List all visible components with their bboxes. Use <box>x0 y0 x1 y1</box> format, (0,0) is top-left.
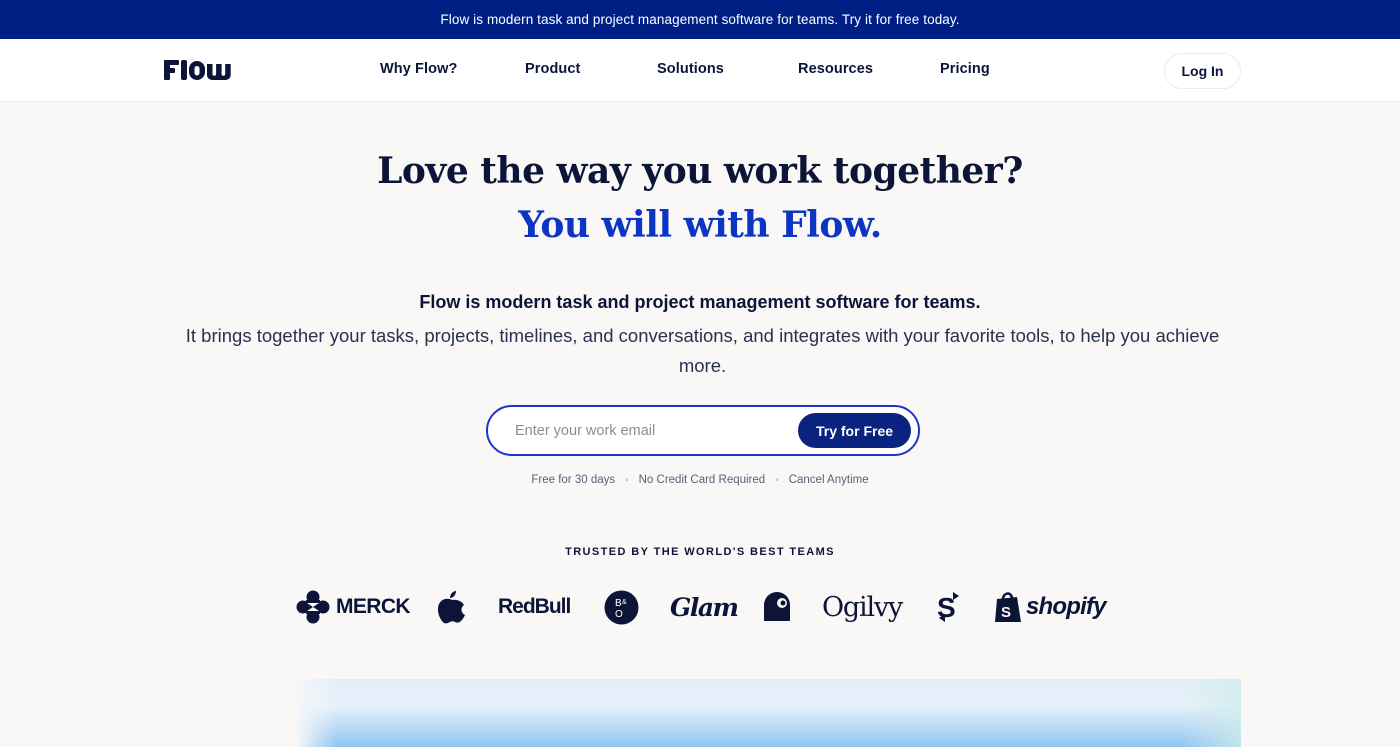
perk-no-credit-card: No Credit Card Required <box>638 474 766 486</box>
cash-app-logo: S <box>935 585 963 629</box>
promo-banner[interactable]: Flow is modern task and project manageme… <box>0 0 1400 39</box>
perk-separator: • <box>775 474 779 486</box>
svg-text:B: B <box>615 598 622 609</box>
product-preview-fade-right <box>1180 679 1241 747</box>
bang-olufsen-logo: B & O <box>604 585 639 629</box>
apple-logo <box>437 585 467 629</box>
nav-pricing[interactable]: Pricing <box>940 61 990 77</box>
hero-description-lead: Flow is modern task and project manageme… <box>419 292 981 312</box>
perk-separator: • <box>625 474 629 486</box>
redbull-wordmark: RedBull <box>498 595 571 618</box>
svg-text:O: O <box>615 609 623 620</box>
signup-perks: Free for 30 days • No Credit Card Requir… <box>0 474 1400 486</box>
signup-form: Try for Free <box>486 405 920 456</box>
hero-subtitle: You will with Flow. <box>518 204 882 246</box>
try-for-free-button[interactable]: Try for Free <box>798 413 911 448</box>
top-navigation: Why Flow? Product Solutions Resources Pr… <box>0 39 1400 102</box>
apple-logo-icon <box>437 591 465 624</box>
shopify-logo: S shopify <box>993 585 1107 629</box>
hero-title: Love the way you work together? <box>377 150 1023 192</box>
work-email-input[interactable] <box>515 419 785 443</box>
product-preview-fade-left <box>297 679 337 747</box>
customer-logos: MERCK RedBull B & O Glam Ogilvy S S shop… <box>0 585 1400 629</box>
redbull-logo: RedBull <box>498 585 571 629</box>
ogilvy-wordmark: Ogilvy <box>822 591 903 623</box>
merck-logo-icon <box>296 590 330 624</box>
glam-wordmark: Glam <box>670 592 739 622</box>
merck-logo: MERCK <box>296 585 411 629</box>
login-button[interactable]: Log In <box>1164 53 1241 89</box>
carhartt-logo <box>763 585 793 629</box>
cash-app-logo-icon: S <box>937 592 959 623</box>
merck-wordmark: MERCK <box>336 595 411 618</box>
nav-resources[interactable]: Resources <box>798 61 873 77</box>
perk-cancel-anytime: Cancel Anytime <box>788 474 869 486</box>
svg-text:S: S <box>1001 604 1011 621</box>
nav-product[interactable]: Product <box>525 61 580 77</box>
carhartt-logo-icon <box>764 592 790 621</box>
promo-banner-text: Flow is modern task and project manageme… <box>440 12 960 27</box>
nav-solutions[interactable]: Solutions <box>657 61 724 77</box>
glam-logo: Glam <box>670 585 739 629</box>
nav-why-flow[interactable]: Why Flow? <box>380 61 457 77</box>
shopify-bag-icon: S <box>995 592 1021 622</box>
bang-olufsen-logo-icon: B & O <box>604 590 639 624</box>
hero-description: It brings together your tasks, projects,… <box>185 325 1220 376</box>
ogilvy-logo: Ogilvy <box>822 585 903 629</box>
svg-text:&: & <box>622 599 627 606</box>
trusted-heading: TRUSTED BY THE WORLD'S BEST TEAMS <box>565 546 835 558</box>
product-preview-image <box>297 679 1241 747</box>
svg-text:S: S <box>937 592 956 623</box>
shopify-wordmark: shopify <box>1026 593 1107 620</box>
perk-free-trial: Free for 30 days <box>531 474 616 486</box>
